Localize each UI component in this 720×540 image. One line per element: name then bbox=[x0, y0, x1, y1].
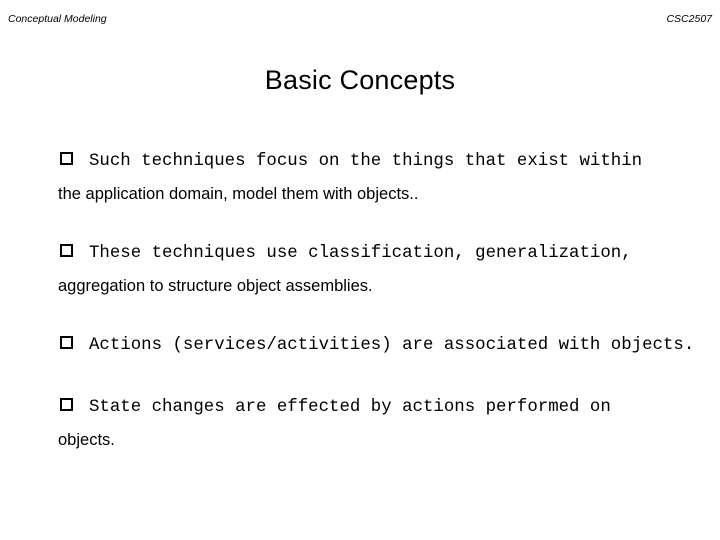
bullet-item: Such techniques focus on the things that… bbox=[58, 150, 720, 206]
square-bullet-icon bbox=[60, 398, 73, 412]
header-course-code: CSC2507 bbox=[666, 13, 712, 25]
bullet-item: These techniques use classification, gen… bbox=[58, 242, 720, 298]
square-bullet-icon bbox=[60, 244, 73, 258]
bullet-text-primary: Actions (services/activities) are associ… bbox=[89, 336, 695, 355]
presentation-slide: Conceptual Modeling CSC2507 Basic Concep… bbox=[0, 0, 720, 540]
square-bullet-icon bbox=[60, 152, 73, 166]
bullet-item: Actions (services/activities) are associ… bbox=[60, 334, 720, 360]
bullet-first-line: Such techniques focus on the things that… bbox=[60, 150, 720, 176]
bullet-item: State changes are effected by actions pe… bbox=[58, 396, 720, 452]
bullet-first-line: These techniques use classification, gen… bbox=[60, 242, 720, 268]
header-course-topic: Conceptual Modeling bbox=[8, 13, 107, 25]
square-bullet-icon bbox=[60, 336, 73, 350]
bullet-text-primary: State changes are effected by actions pe… bbox=[89, 398, 611, 417]
bullet-continuation-line: the application domain, model them with … bbox=[58, 185, 419, 203]
slide-title: Basic Concepts bbox=[264, 65, 456, 95]
bullet-first-line: State changes are effected by actions pe… bbox=[60, 396, 720, 422]
slide-header: Conceptual Modeling CSC2507 bbox=[0, 13, 720, 31]
bullet-text-primary: These techniques use classification, gen… bbox=[89, 244, 632, 263]
bullet-continuation-line: aggregation to structure object assembli… bbox=[58, 277, 373, 295]
bullet-text-primary: Such techniques focus on the things that… bbox=[89, 152, 643, 171]
bullet-continuation-line: objects. bbox=[58, 431, 115, 449]
slide-body: Such techniques focus on the things that… bbox=[0, 140, 720, 540]
bullet-first-line: Actions (services/activities) are associ… bbox=[60, 334, 720, 360]
